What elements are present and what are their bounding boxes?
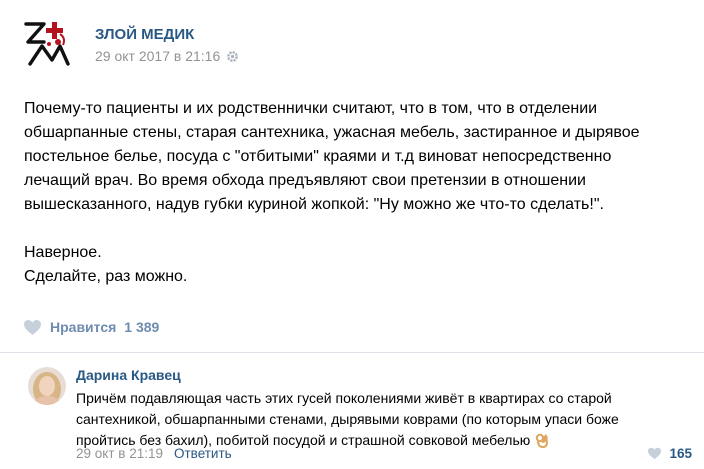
post-date-link[interactable]: 29 окт 2017 в 21:16	[95, 48, 220, 64]
comment-text-line: сантехникой, обшарпанными стенами, дыряв…	[76, 411, 619, 427]
reply-button[interactable]: Ответить	[174, 446, 232, 461]
likes-label: Нравится	[50, 319, 117, 335]
heart-icon	[647, 447, 662, 460]
post-author-link[interactable]: ЗЛОЙ МЕДИК	[95, 26, 194, 43]
post-like-button[interactable]: Нравится 1 389	[23, 318, 159, 336]
post-text-line: лечащий врач. Во время обхода предъявляю…	[24, 172, 586, 189]
zm-logo-icon[interactable]	[22, 18, 74, 70]
post-text-line: вышесказанного, надув губки куриной жопк…	[24, 196, 604, 213]
likes-count: 1 389	[124, 319, 160, 335]
wall-post: ЗЛОЙ МЕДИК 29 окт 2017 в 21:16 Почему-то…	[0, 0, 704, 469]
heart-icon	[23, 319, 42, 336]
post-text-line: Почему-то пациенты и их родственнички сч…	[24, 100, 598, 117]
ok-hand-icon	[534, 432, 550, 449]
comment-text: Причём подавляющая часть этих гусей поко…	[76, 388, 676, 451]
comment-author-link[interactable]: Дарина Кравец	[76, 367, 181, 383]
comment-date-link[interactable]: 29 окт в 21:19	[76, 446, 163, 461]
post-text-line: обшарпанные стены, старая сантехника, уж…	[24, 124, 640, 141]
post-text-line: постельное белье, посуда с "отбитыми" кр…	[24, 148, 612, 165]
comment-meta: 29 окт в 21:19 Ответить	[76, 446, 232, 461]
gear-icon[interactable]	[226, 50, 239, 63]
post-date-row: 29 окт 2017 в 21:16	[95, 48, 239, 64]
comment-likes-count: 165	[669, 446, 692, 461]
post-text: Почему-то пациенты и их родственнички сч…	[24, 97, 684, 289]
avatar[interactable]	[28, 367, 66, 405]
comment-text-line: Причём подавляющая часть этих гусей поко…	[76, 390, 612, 406]
comment-like-button[interactable]: 165	[647, 446, 692, 461]
divider	[0, 352, 704, 353]
post-text-line: Сделайте, раз можно.	[24, 268, 188, 285]
post-text-line: Наверное.	[24, 244, 102, 261]
